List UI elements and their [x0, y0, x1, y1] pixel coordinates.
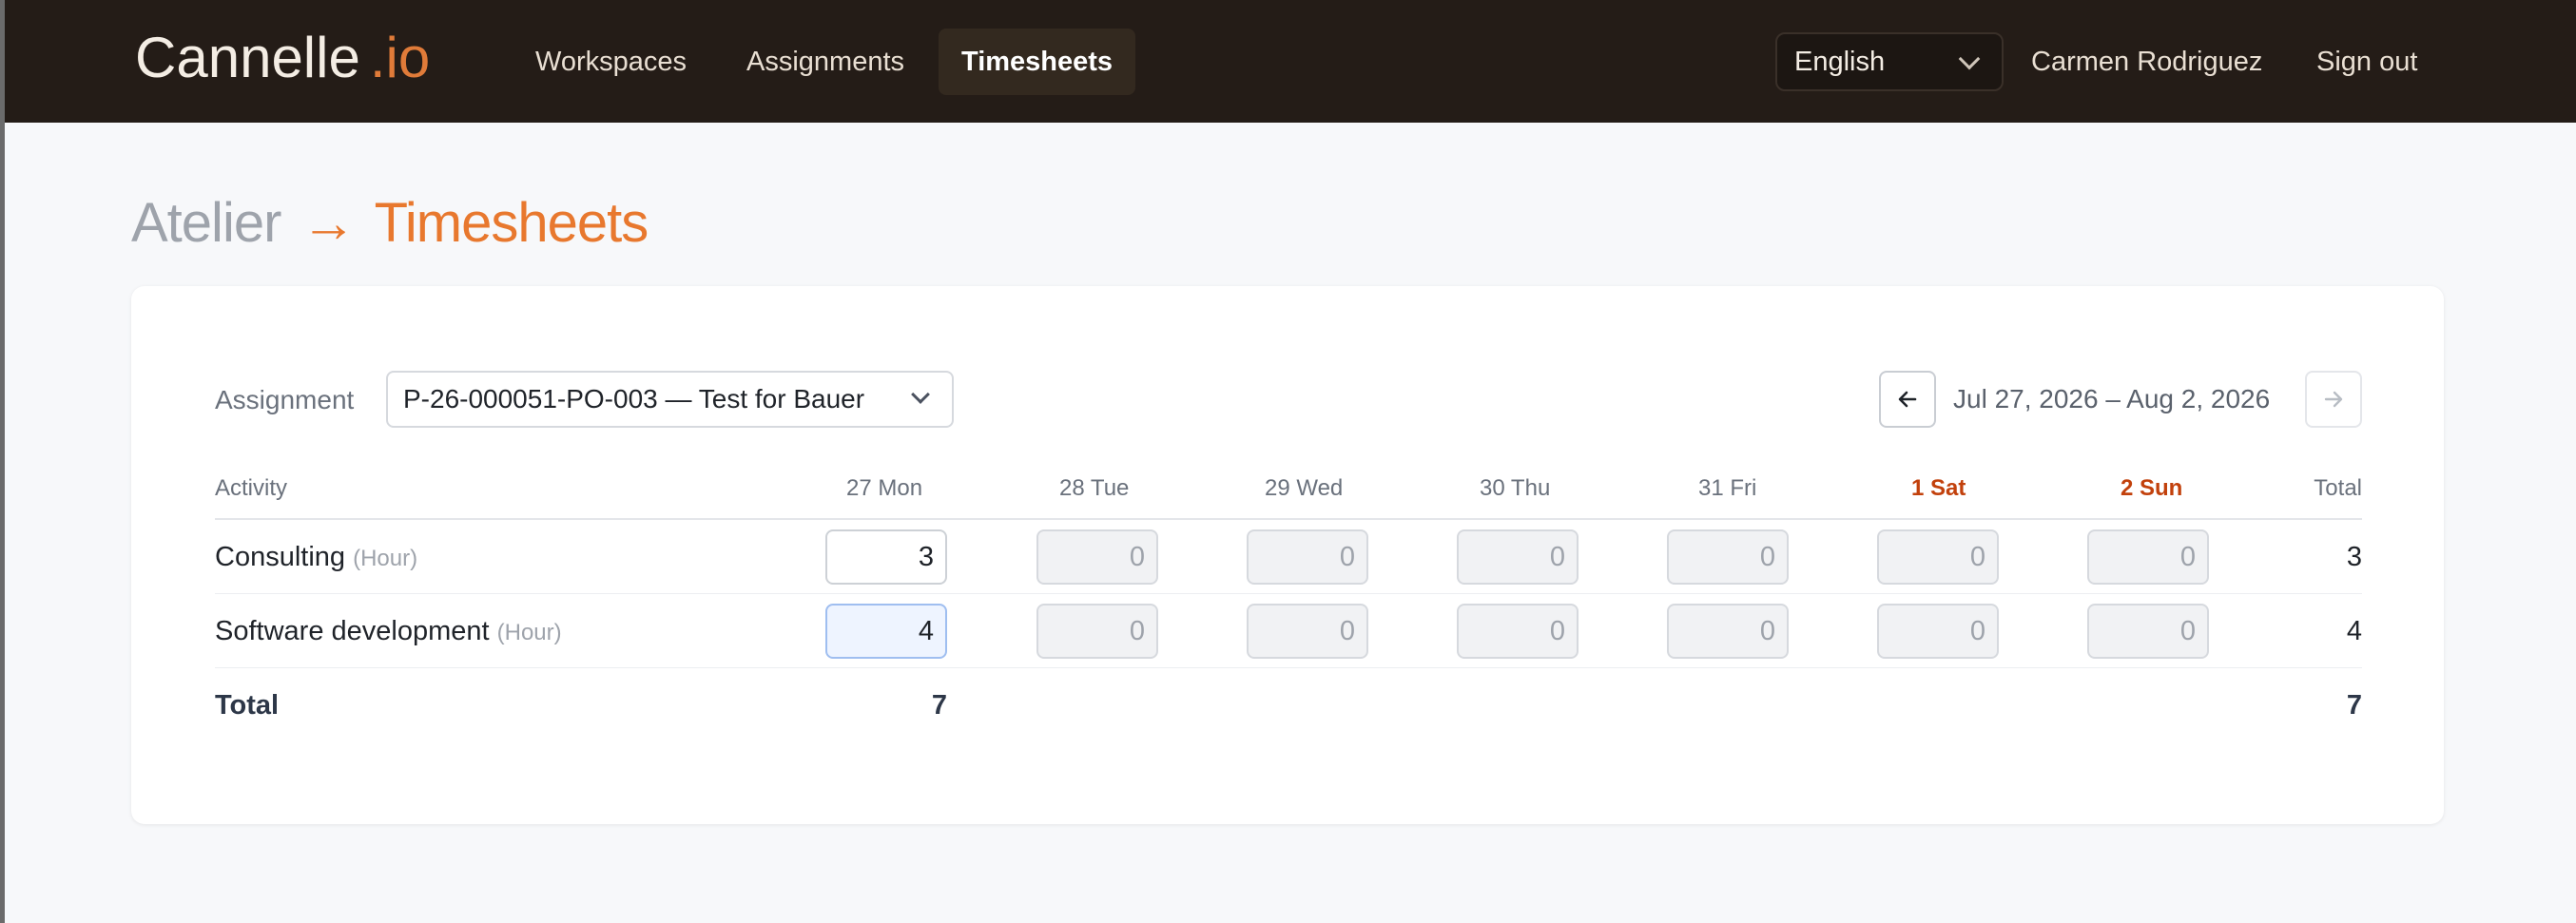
next-week-button[interactable] [2305, 371, 2362, 428]
hours-input-disabled: 0 [1667, 529, 1789, 585]
previous-week-button[interactable] [1879, 371, 1936, 428]
activity-unit: (Hour) [496, 620, 562, 645]
hours-input-disabled: 0 [1877, 604, 1999, 659]
table-row-activity: Software development (Hour) [215, 612, 562, 652]
column-header-day: 29 Wed [1265, 475, 1344, 501]
activity-unit: (Hour) [353, 546, 418, 571]
grand-total: 7 [2346, 690, 2362, 721]
column-header-activity: Activity [215, 475, 288, 501]
hours-input-disabled: 0 [1036, 529, 1158, 585]
hours-input-disabled: 0 [2087, 604, 2209, 659]
column-header-day: 30 Thu [1480, 475, 1551, 501]
arrow-left-icon [1898, 391, 1917, 408]
total-label: Total [215, 690, 280, 721]
user-name-link[interactable]: Carmen Rodriguez [2031, 29, 2262, 95]
activity-name: Consulting [215, 542, 346, 572]
hours-input-disabled: 0 [1036, 604, 1158, 659]
brand-logo[interactable]: Cannelle .io [135, 27, 430, 89]
brand-suffix: .io [369, 26, 431, 89]
hours-input-disabled: 0 [1457, 604, 1579, 659]
hours-input-focused[interactable]: 4 [825, 604, 947, 659]
column-header-day-weekend: 2 Sun [2121, 475, 2183, 501]
language-select[interactable]: English [1775, 32, 2004, 91]
hours-input-disabled: 0 [1667, 604, 1789, 659]
assignment-label: Assignment [215, 385, 355, 414]
day-total: 7 [931, 690, 947, 721]
assignment-select[interactable]: P-26-000051-PO-003 — Test for Bauer [386, 371, 954, 428]
page-title: Atelier → Timesheets [131, 186, 649, 260]
column-header-day: 27 Mon [846, 475, 923, 501]
hours-input-disabled: 0 [2087, 529, 2209, 585]
chevron-down-icon [911, 385, 930, 404]
row-divider [215, 593, 2362, 594]
activity-name: Software development [215, 616, 490, 646]
column-header-day-weekend: 1 Sat [1911, 475, 1966, 501]
hours-input-disabled: 0 [1247, 604, 1368, 659]
nav-link-assignments[interactable]: Assignments [724, 29, 927, 95]
row-total: 4 [2346, 616, 2362, 646]
week-range: Jul 27, 2026 – Aug 2, 2026 [1953, 384, 2271, 413]
row-total: 3 [2346, 542, 2362, 572]
hours-input-disabled: 0 [1247, 529, 1368, 585]
hours-input-disabled: 0 [1457, 529, 1579, 585]
hours-input[interactable]: 3 [825, 529, 947, 585]
breadcrumb-workspace[interactable]: Atelier [131, 192, 281, 254]
arrow-right-icon [2324, 391, 2343, 408]
assignment-value: P-26-000051-PO-003 — Test for Bauer [403, 384, 865, 413]
breadcrumb-current: Timesheets [374, 192, 649, 254]
column-header-total: Total [2314, 475, 2362, 501]
row-divider [215, 667, 2362, 668]
language-value: English [1794, 47, 1886, 77]
chevron-down-icon [1958, 48, 1981, 70]
column-header-day: 28 Tue [1059, 475, 1130, 501]
table-row-activity: Consulting (Hour) [215, 538, 417, 578]
column-header-day: 31 Fri [1698, 475, 1757, 501]
sign-out-link[interactable]: Sign out [2316, 29, 2417, 95]
timesheet-card: Assignment P-26-000051-PO-003 — Test for… [131, 286, 2444, 824]
arrow-right-icon: → [300, 192, 357, 254]
top-navbar: Cannelle .io Workspaces Assignments Times… [5, 0, 2576, 123]
nav-link-workspaces[interactable]: Workspaces [513, 29, 709, 95]
window-edge [0, 0, 5, 923]
nav-link-timesheets[interactable]: Timesheets [939, 29, 1136, 95]
brand-name: Cannelle [135, 26, 360, 89]
hours-input-disabled: 0 [1877, 529, 1999, 585]
header-divider [215, 518, 2362, 520]
